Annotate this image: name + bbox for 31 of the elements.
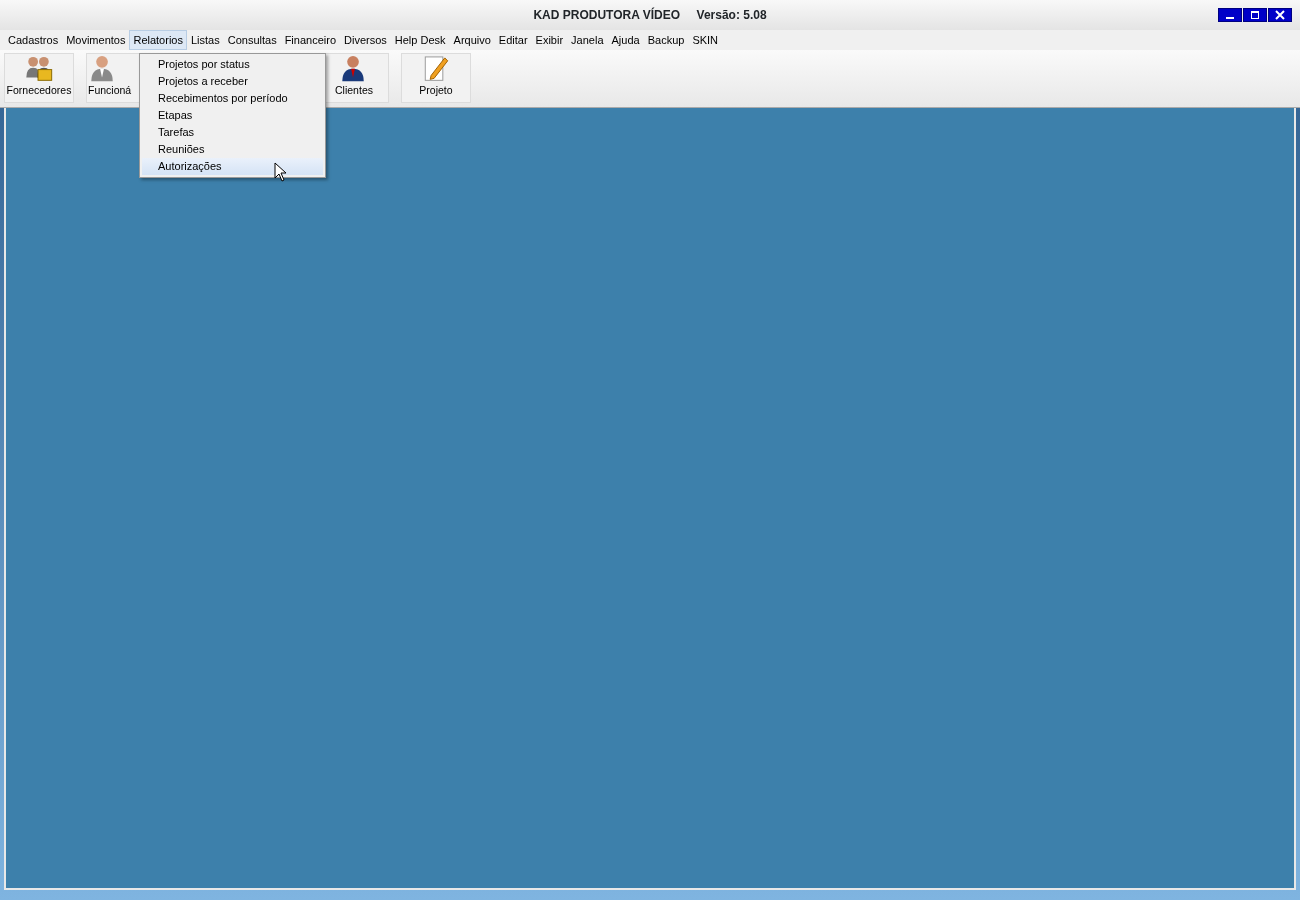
people-icon	[24, 54, 54, 84]
menu-item[interactable]: Editar	[494, 30, 532, 50]
minimize-icon	[1226, 17, 1234, 19]
dropdown-item[interactable]: Reuniões	[142, 141, 323, 158]
menu-item[interactable]: Consultas	[223, 30, 281, 50]
menu-item[interactable]: Diversos	[340, 30, 391, 50]
dropdown-item[interactable]: Etapas	[142, 107, 323, 124]
window-title: KAD PRODUTORA VÍDEO	[533, 6, 681, 24]
menu-item[interactable]: Cadastros	[4, 30, 63, 50]
menu-item[interactable]: Backup	[643, 30, 689, 50]
menu-item[interactable]: Relatorios	[129, 30, 187, 50]
menu-item[interactable]: Movimentos	[62, 30, 130, 50]
close-icon	[1275, 10, 1285, 20]
version-label: Versão: 5.08	[696, 7, 767, 24]
toolbar-button[interactable]: Projeto	[401, 53, 471, 103]
cursor-icon	[274, 162, 287, 182]
menu-item[interactable]: Financeiro	[280, 30, 340, 50]
toolbar-button[interactable]: Fornecedores	[4, 53, 74, 103]
menu-item[interactable]: Arquivo	[449, 30, 495, 50]
menu-item[interactable]: Exibir	[531, 30, 568, 50]
menu-item[interactable]: Listas	[186, 30, 224, 50]
menu-item[interactable]: Janela	[567, 30, 608, 50]
menu-item[interactable]: Ajuda	[607, 30, 644, 50]
dropdown-item[interactable]: Autorizações	[142, 158, 323, 175]
minimize-button[interactable]	[1218, 8, 1242, 22]
menu-item[interactable]: Help Desk	[390, 30, 450, 50]
close-button[interactable]	[1268, 8, 1292, 22]
menu-item[interactable]: SKIN	[688, 30, 723, 50]
maximize-button[interactable]	[1243, 8, 1267, 22]
maximize-icon	[1250, 10, 1260, 20]
dropdown-item[interactable]: Tarefas	[142, 124, 323, 141]
